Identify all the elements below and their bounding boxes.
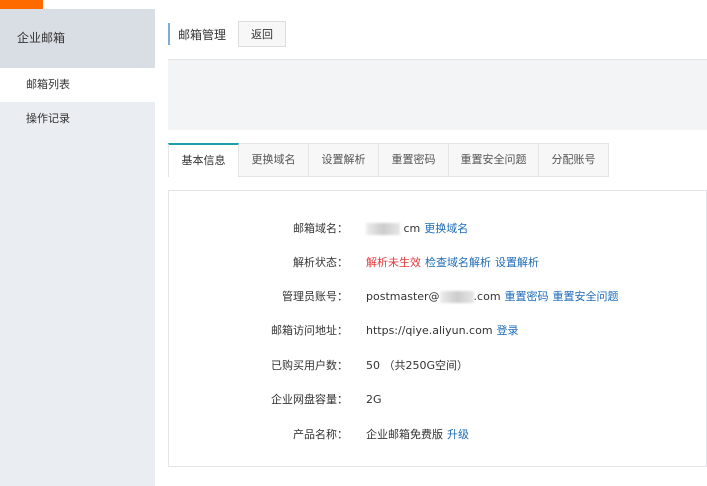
- label: 企业网盘容量：: [271, 393, 348, 406]
- basic-info-panel: 邮箱域名： cm 更换域名 解析状态： 解析未生效 检查域名解析 设置解析 管理员账号…: [168, 190, 707, 467]
- row-users: 已购买用户数： 50 （共250G空间）: [169, 355, 468, 375]
- page-title: 邮箱管理: [178, 27, 227, 42]
- tab-set-dns[interactable]: 设置解析: [309, 143, 379, 177]
- brand-logo[interactable]: [0, 0, 43, 9]
- top-bar: [0, 0, 707, 9]
- row-domain: 邮箱域名： cm 更换域名: [169, 218, 468, 238]
- summary-panel: [168, 60, 707, 130]
- row-url: 邮箱访问地址： https://qiye.aliyun.com 登录: [169, 320, 519, 340]
- admin-suffix: .com: [473, 290, 501, 303]
- check-dns-link[interactable]: 检查域名解析: [425, 256, 491, 269]
- product-value: 企业邮箱免费版: [366, 428, 443, 441]
- sidebar-item-mailbox-list[interactable]: 邮箱列表: [0, 68, 155, 102]
- tab-bar: 基本信息 更换域名 设置解析 重置密码 重置安全问题 分配账号: [168, 143, 609, 177]
- label: 管理员账号：: [282, 290, 348, 303]
- tab-assign-account[interactable]: 分配账号: [539, 143, 609, 177]
- row-disk: 企业网盘容量： 2G: [169, 389, 382, 409]
- tab-reset-password[interactable]: 重置密码: [379, 143, 449, 177]
- disk-value: 2G: [366, 392, 382, 406]
- redacted-domain: [366, 223, 400, 235]
- users-value: 50 （共250G空间）: [366, 359, 469, 372]
- upgrade-link[interactable]: 升级: [447, 428, 469, 441]
- label: 邮箱域名：: [293, 222, 348, 235]
- label: 已购买用户数：: [271, 359, 348, 372]
- label: 邮箱访问地址：: [271, 324, 348, 337]
- page-header: 邮箱管理 返回: [168, 9, 707, 60]
- redacted-domain: [439, 291, 474, 303]
- sidebar-item-operation-log[interactable]: 操作记录: [0, 102, 155, 136]
- label: 解析状态：: [293, 256, 348, 269]
- tab-reset-security-question[interactable]: 重置安全问题: [449, 143, 539, 177]
- label: 产品名称：: [293, 428, 348, 441]
- back-button[interactable]: 返回: [238, 21, 287, 47]
- set-dns-link[interactable]: 设置解析: [495, 256, 539, 269]
- title-accent-bar: [168, 23, 170, 45]
- row-dns: 解析状态： 解析未生效 检查域名解析 设置解析: [169, 252, 539, 272]
- login-link[interactable]: 登录: [497, 324, 519, 337]
- url-value: https://qiye.aliyun.com: [366, 324, 493, 337]
- dns-status: 解析未生效: [366, 256, 421, 269]
- row-product: 产品名称： 企业邮箱免费版 升级: [169, 424, 469, 444]
- tab-change-domain[interactable]: 更换域名: [239, 143, 309, 177]
- main: 邮箱管理 返回 基本信息 更换域名 设置解析 重置密码 重置安全问题 分配账号 …: [168, 9, 707, 486]
- sidebar-title: 企业邮箱: [0, 9, 155, 68]
- admin-prefix: postmaster@: [366, 290, 440, 303]
- reset-password-link[interactable]: 重置密码: [505, 290, 549, 303]
- domain-value: cm: [403, 222, 421, 235]
- change-domain-link[interactable]: 更换域名: [424, 222, 468, 235]
- tab-basic-info[interactable]: 基本信息: [168, 143, 239, 177]
- reset-security-link[interactable]: 重置安全问题: [553, 290, 619, 303]
- row-admin: 管理员账号： postmaster@ .com 重置密码 重置安全问题: [169, 286, 619, 306]
- sidebar: 企业邮箱 邮箱列表 操作记录: [0, 9, 155, 486]
